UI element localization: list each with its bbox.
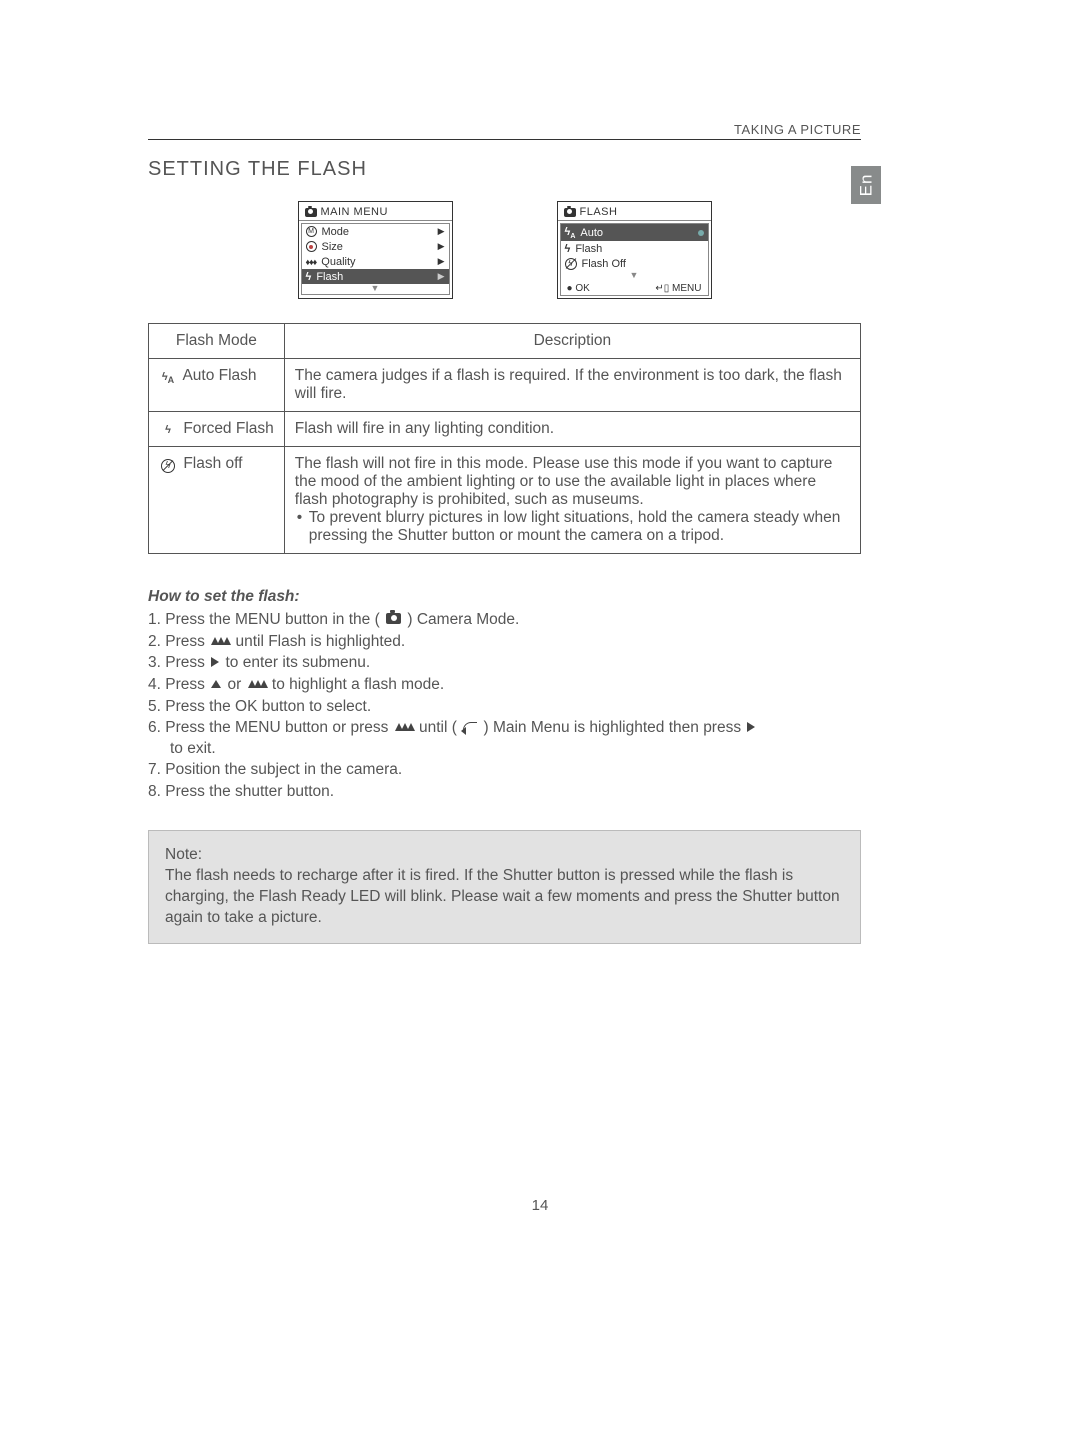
howto-title: How to set the flash: [148, 588, 861, 606]
step-7: 7. Position the subject in the camera. [148, 760, 861, 780]
flash-menu-panel: FLASH ϟA Auto ϟ Flash ϟ Flash Off [557, 201, 712, 299]
mode-name: Flash off [183, 455, 242, 472]
mode-cell: ϟ Forced Flash [149, 412, 285, 447]
up-arrows-icon [211, 637, 229, 645]
page: TAKING A PICTURE SETTING THE FLASH MAIN … [0, 0, 1080, 1429]
desc-cell: Flash will fire in any lighting conditio… [284, 412, 860, 447]
col-header-desc: Description [284, 324, 860, 359]
flash-row-off: ϟ Flash Off [561, 256, 708, 271]
mode-icon: M [306, 226, 317, 237]
flash-row-flash: ϟ Flash [561, 241, 708, 256]
right-arrow-icon [211, 657, 219, 667]
page-number: 14 [0, 1197, 1080, 1214]
menu-row-flash: ϟ Flash ▶ [302, 269, 449, 284]
right-arrow-icon [747, 722, 755, 732]
footer-ok: ● OK [567, 283, 590, 294]
scroll-down-icon: ▼ [302, 284, 449, 294]
flash-menu-title-text: FLASH [580, 206, 618, 218]
main-menu-list: M Mode ▶ Size ▶ ♦♦♦ Quality ▶ [301, 223, 450, 295]
table-header-row: Flash Mode Description [149, 324, 861, 359]
menu-label: Quality [321, 256, 432, 268]
menu-label: Auto [580, 227, 692, 239]
menu-label: Flash [316, 271, 432, 283]
selected-dot-icon [698, 230, 704, 236]
up-arrows-icon [395, 723, 413, 731]
mode-name: Auto Flash [182, 367, 256, 384]
main-menu-title-text: MAIN MENU [321, 206, 388, 218]
arrow-right-icon: ▶ [438, 271, 445, 282]
chapter-header: TAKING A PICTURE [148, 122, 861, 140]
table-row: ϟ Flash off The flash will not fire in t… [149, 447, 861, 554]
step-5: 5. Press the OK button to select. [148, 697, 861, 717]
step-8: 8. Press the shutter button. [148, 782, 861, 802]
flash-off-icon: ϟ [159, 455, 177, 473]
step-3: 3. Press to enter its submenu. [148, 653, 861, 673]
target-icon [306, 241, 317, 252]
mode-cell: ϟ Flash off [149, 447, 285, 554]
menu-label: Flash [575, 243, 703, 255]
note-body: The flash needs to recharge after it is … [165, 866, 844, 929]
menu-label: Size [322, 241, 433, 253]
mode-cell: ϟA Auto Flash [149, 359, 285, 412]
section-title: SETTING THE FLASH [148, 158, 861, 181]
table-row: ϟ Forced Flash Flash will fire in any li… [149, 412, 861, 447]
menu-row-quality: ♦♦♦ Quality ▶ [302, 254, 449, 269]
desc-bullet: To prevent blurry pictures in low light … [295, 509, 850, 545]
content-column: TAKING A PICTURE SETTING THE FLASH MAIN … [148, 122, 861, 944]
arrow-right-icon: ▶ [438, 226, 445, 237]
language-tab: En [851, 166, 881, 204]
note-box: Note: The flash needs to recharge after … [148, 830, 861, 944]
flash-icon: ϟ [159, 424, 177, 436]
menu-label: Flash Off [582, 258, 704, 270]
desc-cell: The flash will not fire in this mode. Pl… [284, 447, 860, 554]
menu-screenshots: MAIN MENU M Mode ▶ Size ▶ ♦♦♦ [148, 201, 861, 299]
flash-menu-list: ϟA Auto ϟ Flash ϟ Flash Off ▼ ● OK [560, 223, 709, 296]
flash-icon: ϟ [565, 243, 571, 255]
col-header-mode: Flash Mode [149, 324, 285, 359]
step-2: 2. Press until Flash is highlighted. [148, 632, 861, 652]
camera-icon [386, 613, 401, 624]
main-menu-panel: MAIN MENU M Mode ▶ Size ▶ ♦♦♦ [298, 201, 453, 299]
footer-menu: ↵▯ MENU [655, 283, 701, 294]
quality-icon: ♦♦♦ [306, 257, 317, 267]
flash-row-auto: ϟA Auto [561, 224, 708, 241]
arrow-right-icon: ▶ [438, 241, 445, 252]
step-1: 1. Press the MENU button in the ( ) Came… [148, 610, 861, 630]
arrow-right-icon: ▶ [438, 256, 445, 267]
note-label: Note: [165, 845, 844, 866]
return-icon [463, 722, 477, 732]
step-6: 6. Press the MENU button or press until … [148, 718, 861, 758]
howto-steps: 1. Press the MENU button in the ( ) Came… [148, 610, 861, 802]
desc-cell: The camera judges if a flash is required… [284, 359, 860, 412]
flash-icon: ϟ [306, 271, 312, 283]
scroll-down-icon: ▼ [561, 271, 708, 281]
flash-menu-footer: ● OK ↵▯ MENU [561, 281, 708, 295]
up-arrow-icon [211, 680, 221, 688]
menu-row-size: Size ▶ [302, 239, 449, 254]
flash-auto-icon: ϟA [159, 371, 177, 385]
camera-icon [564, 208, 576, 217]
up-arrows-icon [248, 680, 266, 688]
flash-menu-title: FLASH [558, 202, 711, 221]
desc-text: The flash will not fire in this mode. Pl… [295, 455, 850, 509]
table-row: ϟA Auto Flash The camera judges if a fla… [149, 359, 861, 412]
mode-name: Forced Flash [183, 420, 273, 437]
flash-mode-table: Flash Mode Description ϟA Auto Flash The… [148, 323, 861, 554]
flash-off-icon: ϟ [565, 258, 577, 270]
main-menu-title: MAIN MENU [299, 202, 452, 221]
camera-icon [305, 208, 317, 217]
menu-label: Mode [322, 226, 433, 238]
menu-row-mode: M Mode ▶ [302, 224, 449, 239]
step-4: 4. Press or to highlight a flash mode. [148, 675, 861, 695]
flash-auto-icon: ϟA [565, 226, 576, 240]
